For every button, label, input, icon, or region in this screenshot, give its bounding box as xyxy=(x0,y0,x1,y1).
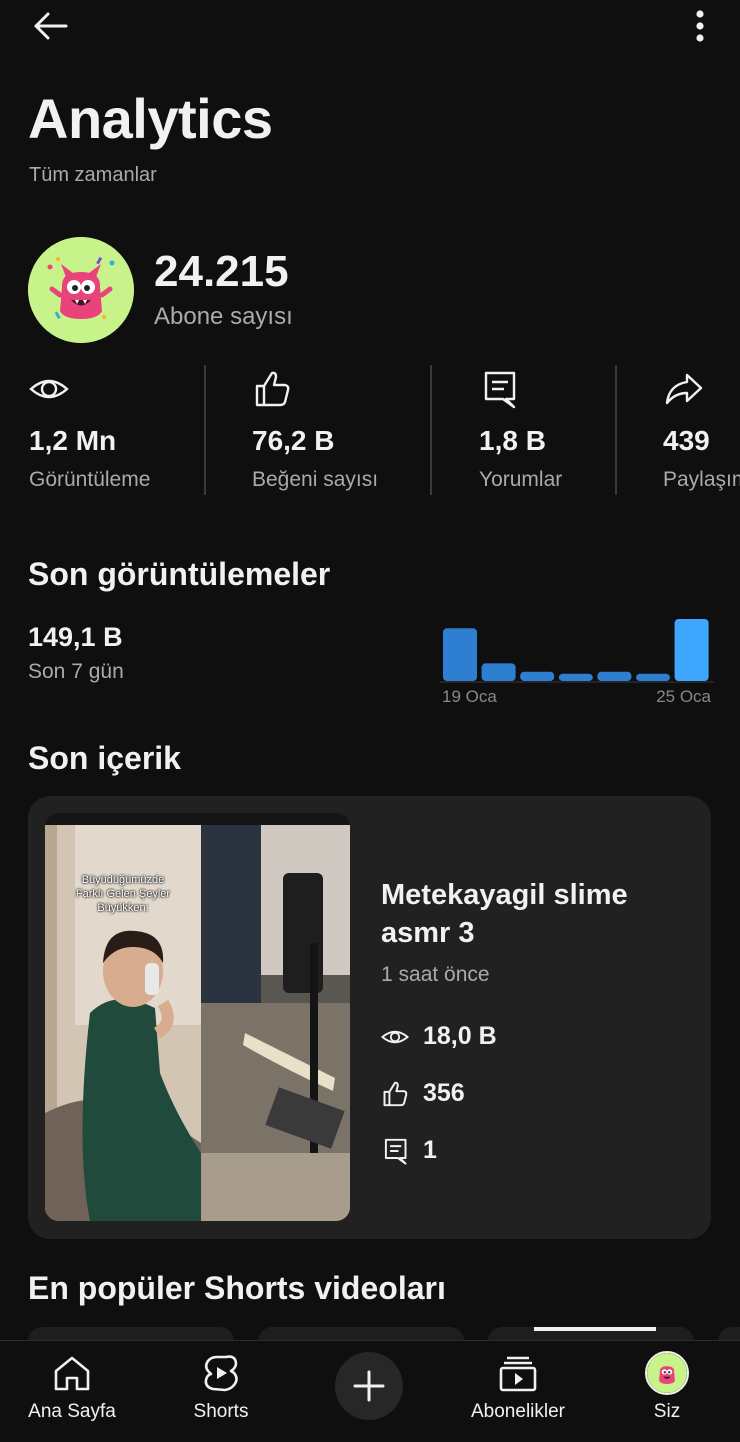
chart-bar-6 xyxy=(636,673,670,681)
stat-label: Yorumlar xyxy=(479,468,563,491)
more-options-button[interactable] xyxy=(678,6,722,46)
thumbnail-caption: Büyükken: xyxy=(97,902,149,914)
views-bar-chart[interactable]: 19 Oca 25 Oca xyxy=(440,610,714,710)
video-views: 18,0 B xyxy=(381,1022,497,1051)
nav-label: Shorts xyxy=(193,1401,249,1422)
stat-label: Beğeni sayısı xyxy=(252,468,379,491)
chart-bar-1 xyxy=(443,628,477,681)
thumbs-up-icon xyxy=(255,371,290,407)
plus-icon xyxy=(353,1370,385,1402)
share-icon xyxy=(665,373,703,405)
stat-likes[interactable]: 76,2 B Beğeni sayısı xyxy=(252,365,430,495)
channel-avatar xyxy=(28,237,134,343)
stat-label: Görüntüleme xyxy=(29,468,151,491)
stat-value: 439 xyxy=(663,425,710,456)
thumbnail-caption: Büyüdüğümüzde xyxy=(81,874,165,886)
video-comments: 1 xyxy=(381,1136,437,1165)
page-title: Analytics xyxy=(28,87,273,150)
more-vert-icon xyxy=(696,10,704,42)
nav-you[interactable]: Siz xyxy=(597,1341,737,1441)
arrow-left-icon xyxy=(34,12,68,40)
thumbnail-caption: Farklı Gelen Şeyler xyxy=(75,888,171,900)
create-button[interactable] xyxy=(300,1341,440,1441)
home-icon xyxy=(54,1356,90,1391)
nav-label: Siz xyxy=(653,1401,681,1422)
chart-bar-5 xyxy=(597,671,632,681)
thumbs-up-icon xyxy=(383,1081,408,1106)
video-comments-value: 1 xyxy=(423,1136,437,1164)
chart-bar-7 xyxy=(674,619,709,681)
divider xyxy=(615,365,617,495)
nav-home[interactable]: Ana Sayfa xyxy=(2,1341,142,1441)
shorts-icon xyxy=(204,1355,238,1392)
nav-subscriptions[interactable]: Abonelikler xyxy=(448,1341,588,1441)
popular-shorts-heading: En popüler Shorts videoları xyxy=(28,1270,446,1306)
stat-value: 1,8 B xyxy=(479,425,546,456)
bottom-navigation: Ana Sayfa Shorts Abonelikler Siz xyxy=(0,1340,740,1442)
stat-shares[interactable]: 439 Paylaşım xyxy=(663,365,740,495)
subscriber-count: 24.215 xyxy=(154,247,289,296)
monster-avatar-icon xyxy=(28,237,134,343)
nav-label: Ana Sayfa xyxy=(28,1401,116,1422)
nav-label: Abonelikler xyxy=(471,1401,565,1422)
divider xyxy=(204,365,206,495)
comment-icon xyxy=(384,1138,407,1165)
comment-icon xyxy=(484,371,516,409)
stat-comments[interactable]: 1,8 B Yorumlar xyxy=(479,365,614,495)
chart-bar-3 xyxy=(520,671,555,681)
recent-views-period: Son 7 gün xyxy=(28,660,124,683)
period-label: Tüm zamanlar xyxy=(29,164,157,186)
monster-avatar-icon xyxy=(647,1353,687,1393)
stat-views[interactable]: 1,2 Mn Görüntüleme xyxy=(29,365,204,495)
eye-icon xyxy=(381,1030,409,1043)
video-title[interactable]: Metekayagil slime asmr 3 xyxy=(381,876,681,952)
subscriber-label: Abone sayısı xyxy=(154,303,293,330)
progress-indicator xyxy=(534,1327,656,1331)
divider xyxy=(430,365,432,495)
x-tick-label: 19 Oca xyxy=(442,687,497,706)
chart-bar-4 xyxy=(558,673,593,681)
nav-shorts[interactable]: Shorts xyxy=(151,1341,291,1441)
avatar xyxy=(645,1351,689,1395)
video-likes: 356 xyxy=(381,1079,465,1108)
stat-value: 1,2 Mn xyxy=(29,425,117,456)
recent-views-heading: Son görüntülemeler xyxy=(28,556,331,592)
video-time: 1 saat önce xyxy=(381,963,490,986)
chart-bar-2 xyxy=(481,663,516,681)
video-views-value: 18,0 B xyxy=(423,1022,497,1050)
stat-label: Paylaşım xyxy=(663,468,740,491)
video-thumbnail[interactable]: Büyüdüğümüzde Farklı Gelen Şeyler Büyükk… xyxy=(45,813,350,1221)
stat-value: 76,2 B xyxy=(252,425,335,456)
recent-content-heading: Son içerik xyxy=(28,740,181,776)
eye-icon xyxy=(29,379,69,399)
recent-views-value: 149,1 B xyxy=(28,622,123,652)
x-tick-label: 25 Oca xyxy=(656,687,711,706)
back-button[interactable] xyxy=(28,6,72,46)
video-likes-value: 356 xyxy=(423,1079,465,1107)
subscriptions-icon xyxy=(499,1356,537,1392)
recent-video-card[interactable]: Büyüdüğümüzde Farklı Gelen Şeyler Büyükk… xyxy=(28,796,711,1239)
